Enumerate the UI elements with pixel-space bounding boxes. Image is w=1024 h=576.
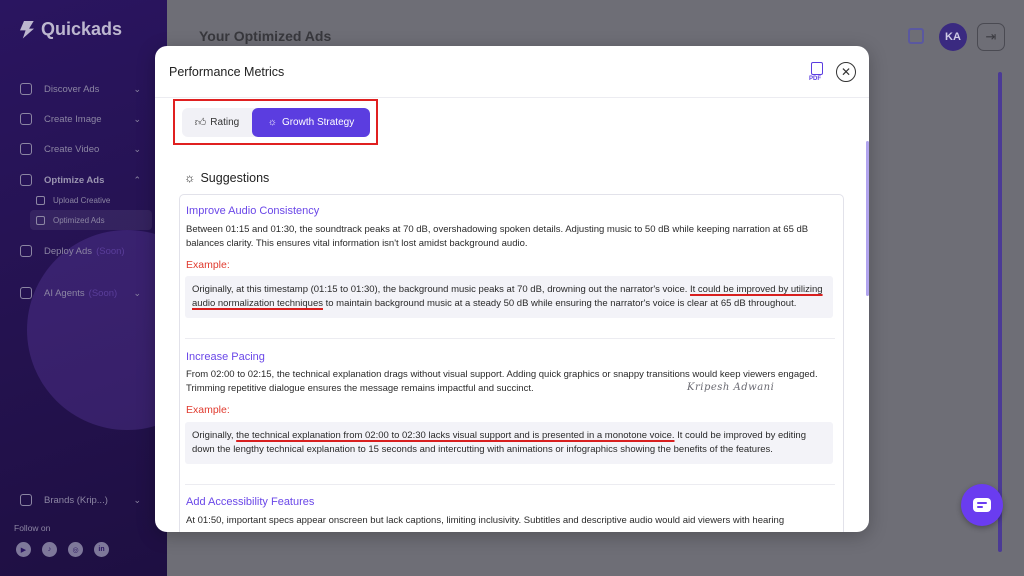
modal-content: ☼ Suggestions Improve Audio Consistency … [155,146,869,532]
page-scrollbar[interactable] [998,72,1002,552]
avatar[interactable]: KA [939,23,967,51]
suggestions-title: Suggestions [200,171,270,185]
suggestion-title: Increase Pacing [186,351,265,363]
soon-badge: (Soon) [88,287,118,299]
bolt-icon [20,20,34,39]
video-icon [20,143,32,155]
brands-selector[interactable]: Brands (Krip...) ⌄ [20,490,147,510]
tab-label: Rating [210,117,240,128]
signature-watermark: Kripesh Adwani [687,382,775,393]
sidebar-item-discover-ads[interactable]: Discover Ads ⌄ [20,78,147,100]
sidebar: Quickads Discover Ads ⌄ Create Image ⌄ C… [0,0,167,576]
app-name: Quickads [41,19,123,39]
sidebar-item-optimize-ads[interactable]: Optimize Ads ⌃ [20,169,147,191]
sidebar-item-label: AI Agents [44,287,85,299]
thumbs-up-icon: 👍︎ [194,117,207,129]
chevron-down-icon: ⌄ [133,494,141,505]
sidebar-subitem-optimized-ads[interactable]: Optimized Ads [36,212,105,228]
upload-icon [36,195,45,205]
home-icon[interactable] [908,28,924,44]
example-label: Example: [186,404,230,416]
example-text: Originally, [192,430,237,441]
soon-badge: (Soon) [96,245,125,257]
follow-label: Follow on [14,523,51,533]
tab-bar: 👍︎ Rating ☼ Growth Strategy [182,108,370,137]
chevron-up-icon: ⌃ [133,174,141,185]
chevron-down-icon: ⌄ [133,83,141,94]
chat-button[interactable] [961,484,1003,526]
app-logo[interactable]: Quickads [20,19,122,40]
tab-growth-strategy[interactable]: ☼ Growth Strategy [252,108,370,137]
example-text: to maintain background music at a steady… [322,298,797,309]
sidebar-item-deploy-ads[interactable]: Deploy Ads (Soon) [20,240,147,262]
sidebar-subitem-label: Optimized Ads [53,215,105,225]
suggestion-text: Between 01:15 and 01:30, the soundtrack … [186,224,809,249]
suggestion-title: Improve Audio Consistency [186,205,320,217]
logout-icon[interactable]: ⇥ [977,23,1005,51]
sidebar-item-label: Deploy Ads [44,245,93,257]
chevron-down-icon: ⌄ [133,113,141,124]
brand-icon [20,494,32,506]
sidebar-item-label: Optimize Ads [44,174,105,186]
section-divider [185,338,835,339]
linkedin-icon[interactable]: in [94,542,109,557]
tab-label: Growth Strategy [281,117,355,128]
pdf-download-button[interactable]: PDF [808,62,826,84]
image-icon [20,113,32,125]
example-label: Example: [186,259,230,271]
chevron-down-icon: ⌄ [133,143,141,154]
suggestions-heading: ☼ Suggestions [184,171,269,185]
example-box: Originally, the technical explanation fr… [185,422,833,464]
instagram-icon[interactable]: ◎ [68,542,83,557]
sidebar-item-create-video[interactable]: Create Video ⌄ [20,138,147,160]
sidebar-subitem-label: Upload Creative [53,195,111,205]
modal-header: Performance Metrics PDF ✕ [155,46,869,98]
suggestion-title: Add Accessibility Features [186,496,315,508]
example-box: Originally, at this timestamp (01:15 to … [185,276,833,318]
example-text: Originally, at this timestamp (01:15 to … [192,284,691,295]
sidebar-item-label: Create Video [44,143,100,155]
lightbulb-icon: ☼ [267,117,277,128]
section-divider [185,484,835,485]
optimize-icon [20,174,32,186]
tiktok-icon[interactable]: ♪ [42,542,57,557]
youtube-icon[interactable]: ▶ [16,542,31,557]
document-icon [811,62,823,75]
sidebar-item-label: Discover Ads [44,83,100,95]
chevron-down-icon: ⌄ [133,287,141,298]
sidebar-subitem-upload-creative[interactable]: Upload Creative [36,192,110,208]
modal-title: Performance Metrics [169,65,285,79]
ads-icon [36,215,45,225]
social-links: ▶ ♪ ◎ in [16,542,109,557]
page-title: Your Optimized Ads [199,28,332,44]
close-button[interactable]: ✕ [836,62,856,82]
sidebar-item-label: Create Image [44,113,102,125]
rocket-icon [20,245,32,257]
sidebar-item-create-image[interactable]: Create Image ⌄ [20,108,147,130]
agent-icon [20,287,32,299]
close-icon: ✕ [840,65,852,79]
chat-icon [973,498,991,512]
example-highlight: the technical explanation from 02:00 to … [236,430,675,441]
compass-icon [20,83,32,95]
sidebar-item-ai-agents[interactable]: AI Agents (Soon) ⌄ [20,282,147,304]
pdf-label: PDF [809,76,821,82]
tab-rating[interactable]: 👍︎ Rating [182,108,252,137]
suggestion-text: At 01:50, important specs appear onscree… [186,515,785,526]
performance-metrics-modal: Performance Metrics PDF ✕ 👍︎ Rating ☼ Gr… [155,46,869,532]
lightbulb-icon: ☼ [184,171,196,185]
brands-label: Brands (Krip...) [44,494,108,506]
